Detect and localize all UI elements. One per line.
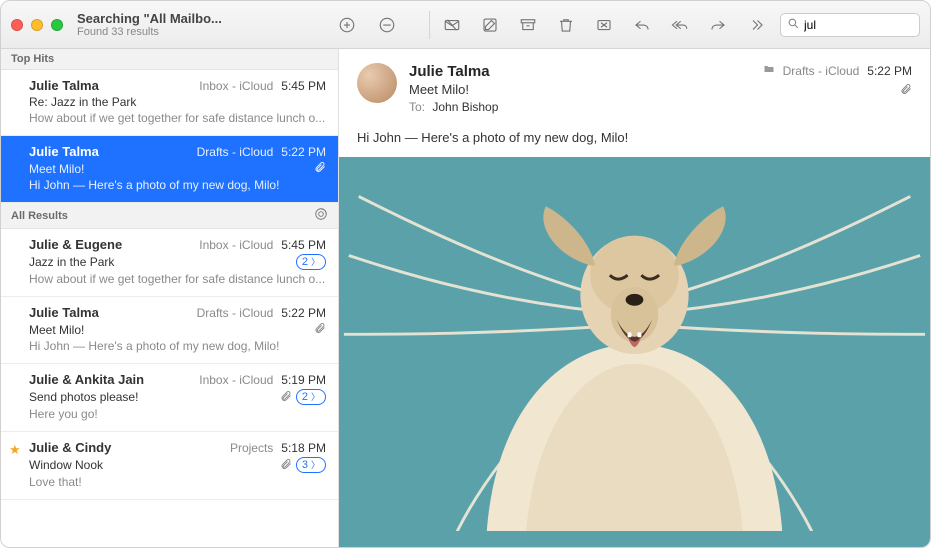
thread-count-badge[interactable]: 2〉 (296, 389, 326, 405)
reply-all-icon[interactable] (670, 15, 690, 35)
message-preview: Hi John — Here's a photo of my new dog, … (29, 178, 326, 192)
message-item[interactable]: Julie Talma Drafts - iCloud 5:22 PM Meet… (1, 297, 338, 364)
message-header: Julie Talma Meet Milo! To: John Bishop D… (339, 49, 930, 124)
message-pane: Julie Talma Meet Milo! To: John Bishop D… (339, 49, 930, 547)
message-preview: Love that! (29, 475, 326, 489)
message-item[interactable]: ★ Julie & Cindy Projects 5:18 PM Window … (1, 432, 338, 500)
compose-icon[interactable] (480, 15, 500, 35)
message-time: 5:19 PM (281, 373, 326, 387)
overflow-icon[interactable] (746, 15, 766, 35)
chevron-right-icon: 〉 (311, 458, 320, 472)
message-sender: Julie Talma (29, 78, 193, 93)
top-hits-header: Top Hits (1, 49, 338, 70)
reply-icon[interactable] (632, 15, 652, 35)
thread-count-badge[interactable]: 2〉 (296, 254, 326, 270)
attachment-icon (280, 390, 292, 405)
title-block: Searching "All Mailbo... Found 33 result… (77, 11, 222, 38)
message-time: 5:22 PM (281, 306, 326, 320)
window-controls (11, 19, 63, 31)
message-sender: Julie Talma (29, 144, 191, 159)
junk-icon[interactable] (594, 15, 614, 35)
chevron-right-icon: 〉 (311, 255, 320, 269)
header-time: 5:22 PM (867, 64, 912, 78)
message-preview: How about if we get together for safe di… (29, 111, 326, 125)
message-time: 5:45 PM (281, 79, 326, 93)
all-results-header: All Results (1, 203, 338, 229)
titlebar: Searching "All Mailbo... Found 33 result… (1, 1, 930, 49)
header-sender: Julie Talma (409, 63, 751, 80)
search-icon (787, 17, 800, 33)
message-location: Projects (230, 441, 273, 455)
message-subject: Jazz in the Park (29, 255, 296, 269)
archive-icon[interactable] (518, 15, 538, 35)
all-results-label: All Results (11, 210, 68, 222)
new-message-plus-icon[interactable] (337, 15, 357, 35)
toolbar-main-icons (442, 15, 766, 35)
header-meta: Drafts - iCloud 5:22 PM (763, 63, 912, 114)
trash-icon[interactable] (556, 15, 576, 35)
folder-icon (763, 63, 775, 78)
sender-avatar[interactable] (357, 63, 397, 103)
message-image-attachment[interactable] (339, 157, 930, 547)
attachment-icon (314, 161, 326, 176)
message-location: Inbox - iCloud (199, 238, 273, 252)
toolbar-left-icons (337, 15, 397, 35)
message-location: Drafts - iCloud (197, 145, 274, 159)
window-title: Searching "All Mailbo... (77, 11, 222, 26)
message-preview: Here you go! (29, 407, 326, 421)
message-item[interactable]: Julie & Eugene Inbox - iCloud 5:45 PM Ja… (1, 229, 338, 297)
mail-window: Searching "All Mailbo... Found 33 result… (0, 0, 931, 548)
zoom-window-button[interactable] (51, 19, 63, 31)
toolbar-divider (429, 11, 430, 39)
recent-contacts-icon[interactable] (314, 207, 328, 224)
forward-icon[interactable] (708, 15, 728, 35)
message-item[interactable]: Julie Talma Inbox - iCloud 5:45 PM Re: J… (1, 70, 338, 136)
header-folder: Drafts - iCloud (783, 64, 860, 78)
message-preview: Hi John — Here's a photo of my new dog, … (29, 339, 326, 353)
minimize-window-button[interactable] (31, 19, 43, 31)
attachment-icon (314, 322, 326, 337)
message-location: Drafts - iCloud (197, 306, 274, 320)
message-location: Inbox - iCloud (199, 79, 273, 93)
delete-envelope-icon[interactable] (442, 15, 462, 35)
message-subject: Window Nook (29, 458, 280, 472)
thread-count-badge[interactable]: 3〉 (296, 457, 326, 473)
to-label: To: (409, 100, 425, 114)
search-input[interactable] (804, 18, 931, 32)
message-location: Inbox - iCloud (199, 373, 273, 387)
search-field-wrap[interactable]: ✕ (780, 13, 920, 37)
top-hits-label: Top Hits (11, 53, 54, 65)
header-to: To: John Bishop (409, 100, 751, 114)
message-item[interactable]: Julie & Ankita Jain Inbox - iCloud 5:19 … (1, 364, 338, 432)
message-time: 5:22 PM (281, 145, 326, 159)
result-count: Found 33 results (77, 26, 222, 38)
message-body-text: Hi John — Here's a photo of my new dog, … (339, 124, 930, 157)
attachment-icon[interactable] (763, 82, 912, 98)
message-subject: Meet Milo! (29, 323, 314, 337)
close-window-button[interactable] (11, 19, 23, 31)
recipient-name[interactable]: John Bishop (432, 100, 498, 114)
message-subject: Meet Milo! (29, 162, 314, 176)
message-subject: Send photos please! (29, 390, 280, 404)
message-sender: Julie & Cindy (29, 440, 224, 455)
message-item-selected[interactable]: Julie Talma Drafts - iCloud 5:22 PM Meet… (1, 136, 338, 203)
message-preview: How about if we get together for safe di… (29, 272, 326, 286)
star-flag-icon[interactable]: ★ (9, 442, 21, 458)
header-subject: Meet Milo! (409, 82, 751, 97)
attachment-icon (280, 458, 292, 473)
mute-icon[interactable] (377, 15, 397, 35)
message-list[interactable]: Top Hits Julie Talma Inbox - iCloud 5:45… (1, 49, 339, 547)
message-sender: Julie Talma (29, 305, 191, 320)
message-sender: Julie & Ankita Jain (29, 372, 193, 387)
message-subject: Re: Jazz in the Park (29, 95, 326, 109)
message-time: 5:45 PM (281, 238, 326, 252)
chevron-right-icon: 〉 (311, 390, 320, 404)
message-time: 5:18 PM (281, 441, 326, 455)
message-sender: Julie & Eugene (29, 237, 193, 252)
